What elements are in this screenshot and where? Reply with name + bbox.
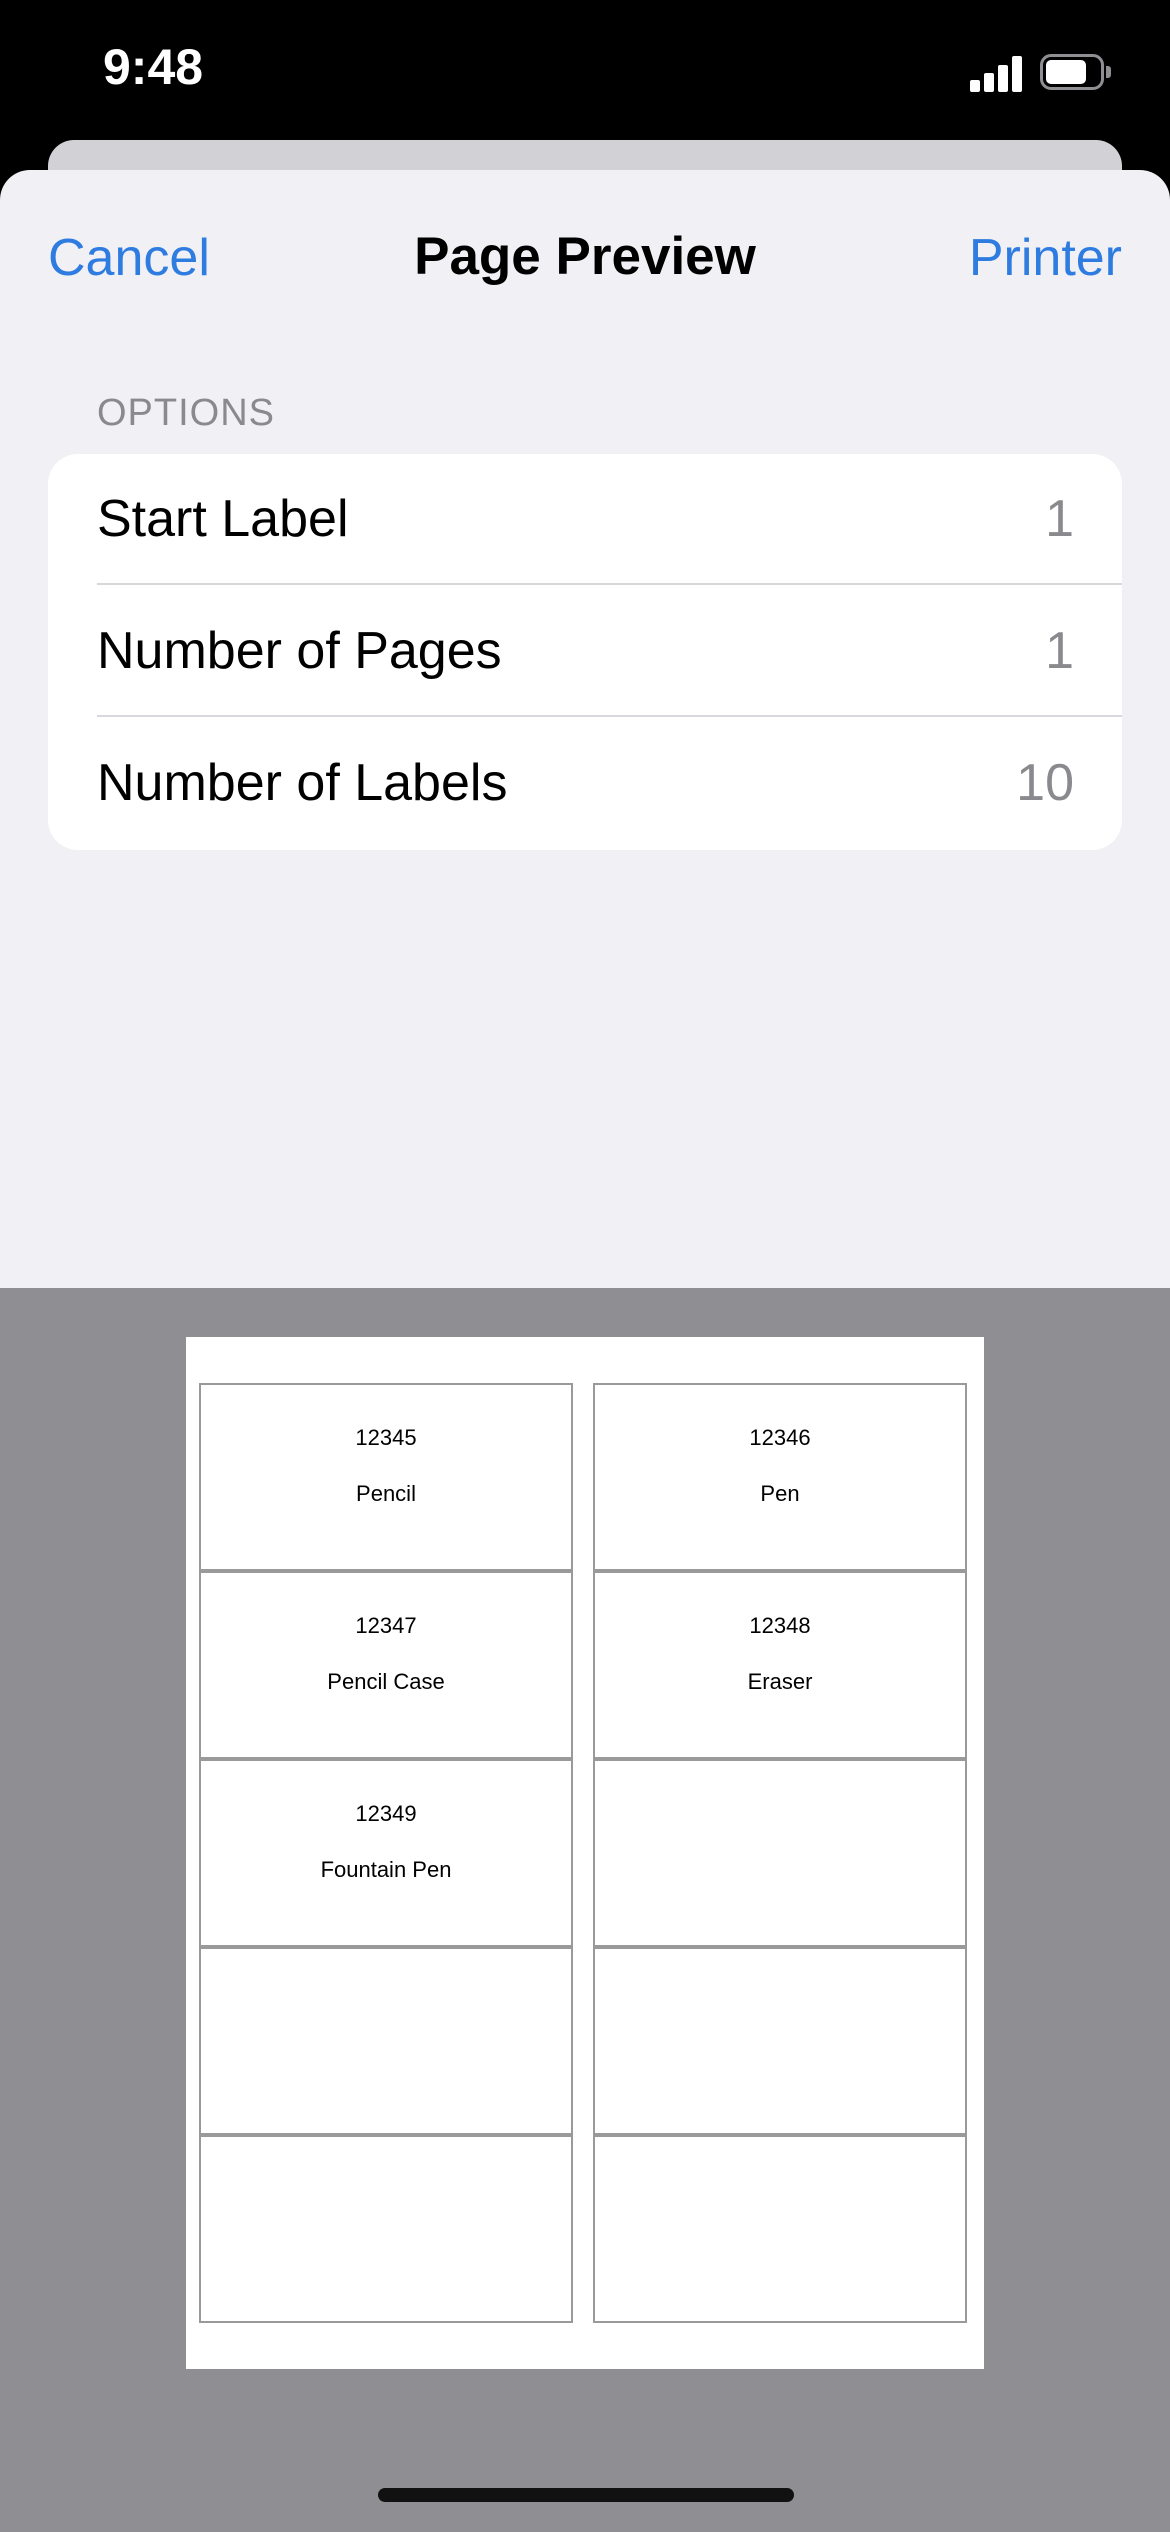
home-indicator[interactable] — [378, 2488, 794, 2502]
option-label: Start Label — [97, 490, 349, 548]
label-name: Pen — [760, 1481, 800, 1506]
option-label: Number of Pages — [97, 622, 502, 680]
option-value: 1 — [1045, 622, 1074, 680]
label-name: Pencil — [356, 1481, 416, 1506]
option-value: 1 — [1045, 490, 1074, 548]
label-cell: 12347 Pencil Case — [199, 1571, 573, 1759]
label-cell — [593, 1759, 967, 1947]
status-bar: 9:48 — [0, 0, 1170, 150]
label-cell — [593, 2135, 967, 2323]
label-code: 12347 — [355, 1613, 417, 1638]
status-time: 9:48 — [103, 39, 204, 95]
label-sheet-page: 12345 Pencil 12346 Pen 12347 Pencil Case… — [186, 1337, 984, 2369]
options-section-header: OPTIONS — [97, 392, 276, 434]
option-value: 10 — [1016, 754, 1074, 812]
label-cell — [199, 1947, 573, 2135]
label-code: 12346 — [749, 1425, 811, 1450]
option-row-start-label[interactable]: Start Label 1 — [48, 454, 1122, 585]
label-name: Fountain Pen — [320, 1857, 452, 1882]
label-code: 12348 — [749, 1613, 811, 1638]
label-cell: 12346 Pen — [593, 1383, 967, 1571]
cellular-signal-icon — [970, 56, 1024, 92]
label-cell — [593, 1947, 967, 2135]
battery-icon — [1040, 54, 1112, 94]
printer-button[interactable]: Printer — [969, 228, 1122, 288]
label-name: Eraser — [747, 1669, 813, 1694]
label-name: Pencil Case — [327, 1669, 445, 1694]
label-cell: 12349 Fountain Pen — [199, 1759, 573, 1947]
option-row-number-of-pages[interactable]: Number of Pages 1 — [48, 586, 1122, 717]
divider — [97, 715, 1122, 717]
divider — [97, 583, 1122, 585]
page-preview-sheet: Cancel Page Preview Printer OPTIONS Star… — [0, 170, 1170, 1288]
options-list: Start Label 1 Number of Pages 1 Number o… — [48, 454, 1122, 850]
label-cell: 12348 Eraser — [593, 1571, 967, 1759]
option-row-number-of-labels[interactable]: Number of Labels 10 — [48, 718, 1122, 849]
option-label: Number of Labels — [97, 754, 508, 812]
label-cell — [199, 2135, 573, 2323]
page-preview-area[interactable]: 12345 Pencil 12346 Pen 12347 Pencil Case… — [0, 1288, 1170, 2532]
label-code: 12349 — [355, 1801, 417, 1826]
label-cell: 12345 Pencil — [199, 1383, 573, 1571]
label-code: 12345 — [355, 1425, 417, 1450]
